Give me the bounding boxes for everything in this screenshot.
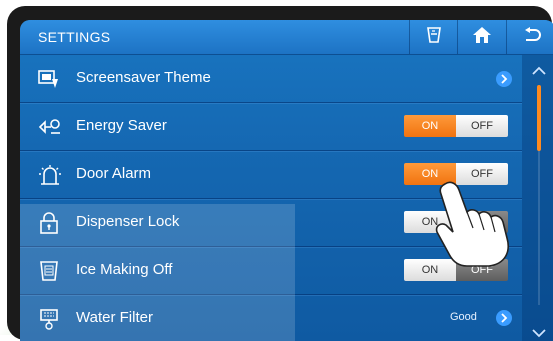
water-glass-icon xyxy=(425,26,443,49)
row-label: Energy Saver xyxy=(76,117,167,134)
home-button[interactable] xyxy=(457,20,506,54)
row-energy-saver: Energy Saver ON OFF xyxy=(20,103,522,151)
page-title: SETTINGS xyxy=(38,29,111,45)
energy-saver-toggle[interactable]: ON OFF xyxy=(404,115,508,137)
home-icon xyxy=(472,26,492,49)
screensaver-icon xyxy=(38,68,60,90)
row-label: Screensaver Theme xyxy=(76,69,211,86)
chevron-right-icon[interactable] xyxy=(496,310,512,326)
back-button[interactable] xyxy=(506,20,553,54)
chevron-right-icon[interactable] xyxy=(496,71,512,87)
toggle-off[interactable]: OFF xyxy=(456,115,508,137)
energy-saver-icon xyxy=(38,116,60,138)
settings-screen: SETTINGS Screensaver Theme Energy Saver … xyxy=(20,20,553,341)
back-arrow-icon xyxy=(522,26,542,48)
door-alarm-icon xyxy=(38,164,61,186)
scroll-thumb[interactable] xyxy=(537,85,541,151)
title-bar: SETTINGS xyxy=(20,20,553,55)
filter-status: Good xyxy=(450,311,477,323)
pointing-hand-icon xyxy=(427,180,522,268)
scroll-up-icon[interactable] xyxy=(531,63,547,81)
scrollbar[interactable] xyxy=(522,55,553,341)
reflection-overlay xyxy=(20,204,295,341)
device-bezel: SETTINGS Screensaver Theme Energy Saver … xyxy=(7,6,553,341)
row-label: Door Alarm xyxy=(76,165,152,182)
row-screensaver-theme[interactable]: Screensaver Theme xyxy=(20,55,522,103)
scroll-down-icon[interactable] xyxy=(531,325,547,341)
toggle-on[interactable]: ON xyxy=(404,115,456,137)
water-button[interactable] xyxy=(409,20,458,54)
